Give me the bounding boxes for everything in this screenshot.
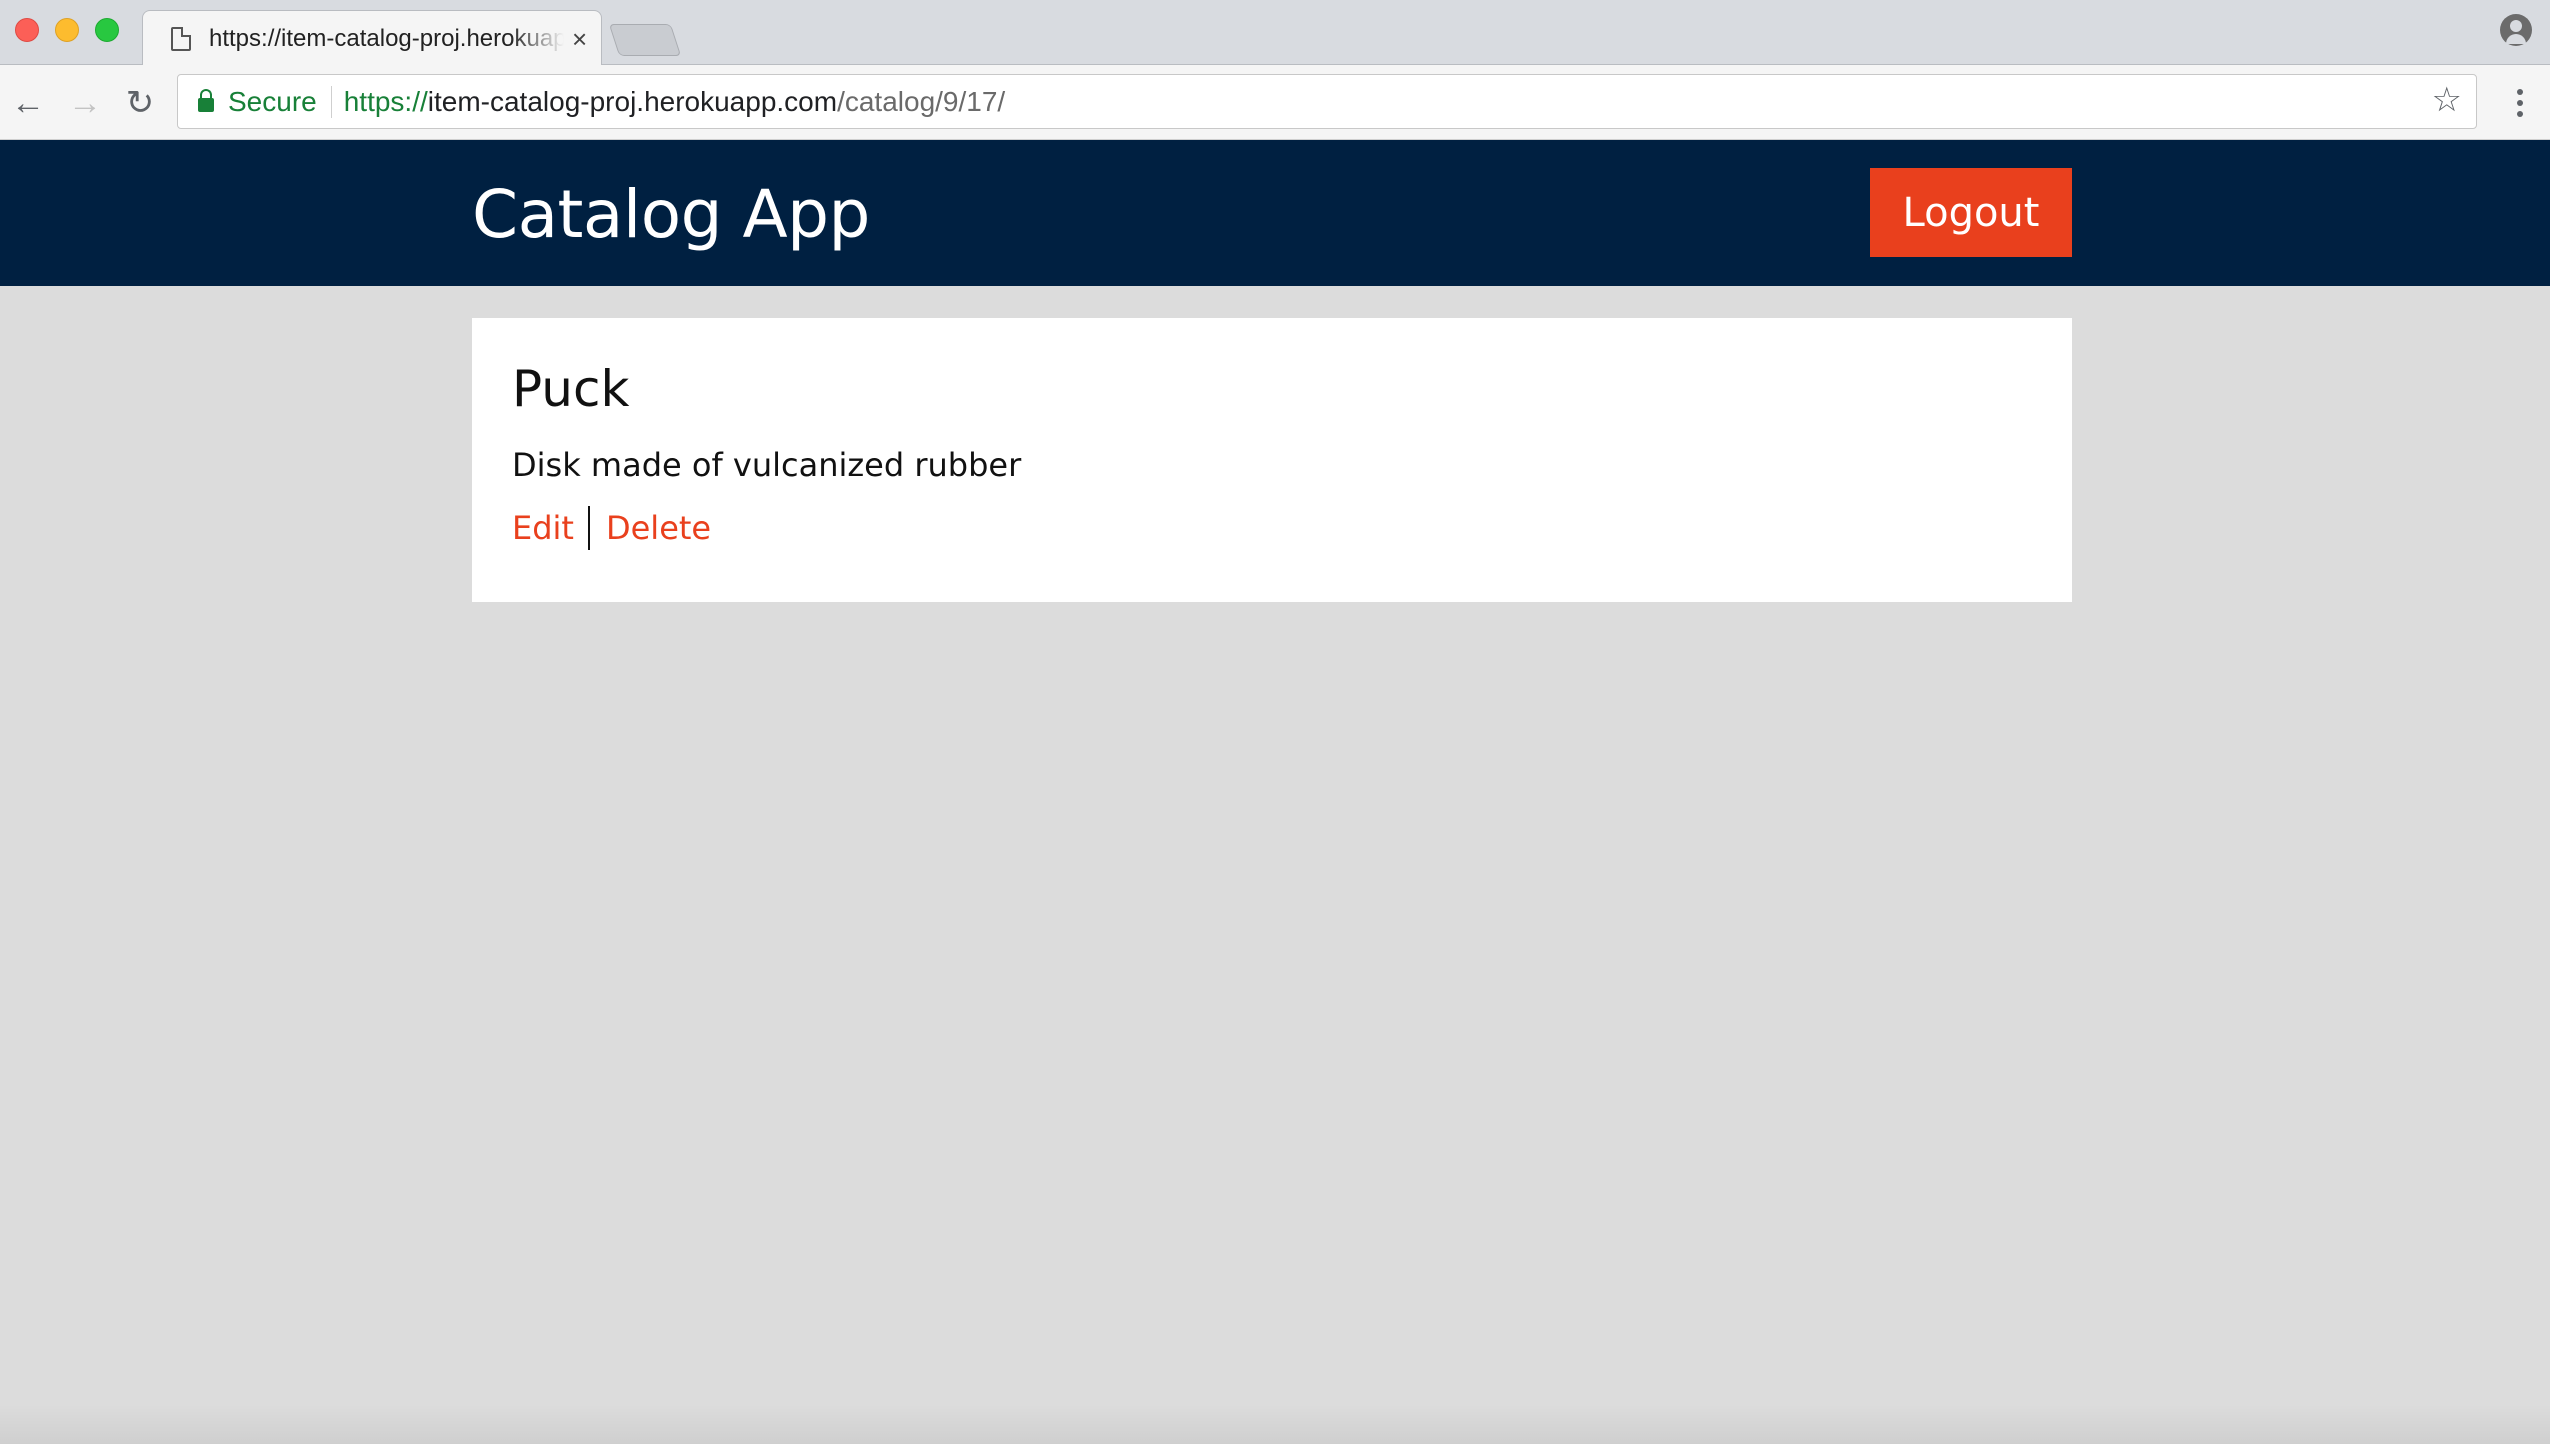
browser-tab-active[interactable]: https://item-catalog-proj.herokuapp.com/…	[142, 10, 602, 66]
page-icon	[171, 27, 191, 51]
site-header: Catalog App Logout	[0, 140, 2550, 286]
kebab-menu-icon[interactable]	[2500, 83, 2540, 123]
action-divider	[587, 506, 590, 550]
edit-link[interactable]: Edit	[512, 509, 574, 547]
url-scheme: https://	[343, 85, 428, 117]
url-path: /catalog/9/17/	[837, 85, 1006, 117]
lock-icon	[198, 88, 214, 112]
tab-title: https://item-catalog-proj.herokuapp.com/…	[209, 25, 564, 52]
profile-icon[interactable]	[2500, 14, 2532, 46]
item-card: Puck Disk made of vulcanized rubber Edit…	[472, 318, 2072, 602]
brand-title[interactable]: Catalog App	[472, 176, 870, 253]
address-bar-divider	[330, 85, 332, 118]
logout-button[interactable]: Logout	[1870, 168, 2072, 257]
url-host: item-catalog-proj.herokuapp.com	[427, 85, 838, 117]
browser-tabstrip: https://item-catalog-proj.herokuapp.com/…	[0, 0, 2550, 66]
bottom-shadow	[0, 1404, 2550, 1444]
star-icon[interactable]: ☆	[2432, 83, 2462, 117]
reload-icon[interactable]: ↻	[120, 83, 160, 123]
window-minimize-button[interactable]	[55, 18, 79, 42]
tab-close-icon[interactable]: ×	[572, 24, 587, 54]
forward-arrow-icon[interactable]: →	[65, 83, 105, 123]
delete-link[interactable]: Delete	[606, 509, 711, 547]
window-close-button[interactable]	[15, 18, 39, 42]
browser-toolbar: ← → ↻ Secure https://item-catalog-proj.h…	[0, 65, 2550, 140]
new-tab-button[interactable]	[608, 24, 682, 56]
window-zoom-button[interactable]	[95, 18, 119, 42]
back-arrow-icon[interactable]: ←	[8, 83, 48, 123]
address-bar[interactable]: Secure https://item-catalog-proj.herokua…	[177, 74, 2477, 129]
item-actions: Edit Delete	[512, 506, 711, 550]
item-name: Puck	[512, 360, 630, 418]
url-text[interactable]: https://item-catalog-proj.herokuapp.com/…	[344, 86, 1005, 118]
secure-label: Secure	[228, 85, 317, 117]
item-description: Disk made of vulcanized rubber	[512, 446, 1022, 484]
